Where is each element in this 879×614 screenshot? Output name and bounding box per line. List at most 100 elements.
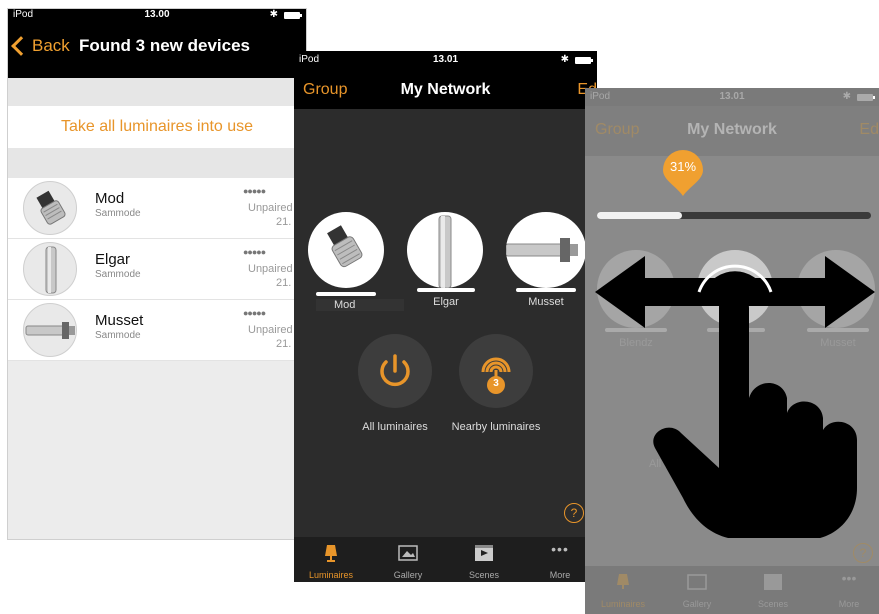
luminaire-label-mod: Mod bbox=[316, 299, 404, 311]
nav-bar: Group My Network Edit bbox=[585, 106, 879, 156]
more-icon: ••• bbox=[841, 570, 857, 586]
nearby-luminaires-label: Nearby luminaires bbox=[451, 421, 541, 433]
tab-scenes[interactable]: Scenes bbox=[743, 566, 803, 611]
device-status: Unpaired bbox=[248, 324, 293, 336]
nav-bar: Group My Network Edit bbox=[294, 69, 597, 109]
device-name: Musset bbox=[95, 312, 144, 329]
page-title: My Network bbox=[400, 81, 491, 98]
luminaire-label-musset: Musset bbox=[528, 296, 564, 308]
device-id: 21. bbox=[276, 338, 292, 350]
page-title: Found 3 new devices bbox=[79, 36, 250, 55]
device-id: 21. bbox=[276, 277, 292, 289]
tab-label: Scenes bbox=[757, 599, 789, 609]
dimmer-slider[interactable] bbox=[597, 212, 871, 219]
take-all-luminaires-button[interactable]: Take all luminaires into use bbox=[8, 106, 306, 149]
clock: 13.01 bbox=[719, 91, 745, 102]
device-row-mod[interactable]: Mod Sammode ●●●●● Unpaired 21. bbox=[8, 178, 306, 239]
mod-level-bar bbox=[316, 292, 376, 296]
section-gap bbox=[8, 148, 306, 178]
tab-more[interactable]: ••• More bbox=[530, 537, 590, 582]
chevron-left-icon bbox=[11, 36, 31, 56]
elgar-luminaire-image bbox=[438, 215, 452, 288]
battery-icon bbox=[575, 57, 593, 64]
gallery-icon bbox=[687, 574, 707, 590]
luminaire-label-elgar: Elgar bbox=[433, 296, 459, 308]
tab-label: Luminaires bbox=[600, 599, 646, 609]
back-label: Back bbox=[32, 36, 70, 55]
luminaire-musset[interactable] bbox=[506, 212, 586, 288]
device-list: Mod Sammode ●●●●● Unpaired 21. Elgar Sam… bbox=[8, 178, 306, 361]
device-row-elgar[interactable]: Elgar Sammode ●●●●● Unpaired 21. bbox=[8, 239, 306, 300]
help-button[interactable]: ? bbox=[853, 543, 873, 563]
phone-dimming-gesture: iPod 13.01 ✱ Group My Network Edit 31% B… bbox=[585, 88, 879, 614]
dimmer-value-label: 31% bbox=[669, 159, 697, 174]
tab-label: More bbox=[549, 570, 571, 580]
swipe-hand-icon bbox=[595, 256, 875, 538]
device-row-musset[interactable]: Musset Sammode ●●●●● Unpaired 21. bbox=[8, 300, 306, 361]
help-button[interactable]: ? bbox=[564, 503, 584, 523]
dimmer-slider-fill bbox=[597, 212, 682, 219]
battery-icon bbox=[284, 12, 302, 19]
more-icon: ••• bbox=[551, 541, 569, 557]
device-name: Mod bbox=[95, 190, 125, 207]
scenes-icon bbox=[764, 574, 782, 590]
section-gap bbox=[8, 78, 306, 106]
device-status: Unpaired bbox=[248, 263, 293, 275]
device-id: 21. bbox=[276, 216, 292, 228]
tab-label: Gallery bbox=[393, 570, 423, 580]
device-name: Elgar bbox=[95, 251, 131, 268]
signal-icon: ●●●●● bbox=[243, 308, 266, 318]
musset-luminaire-image bbox=[23, 303, 77, 357]
phone-my-network: iPod 13.01 ✱ Group My Network Edit Mod bbox=[294, 51, 597, 582]
bluetooth-icon: ✱ bbox=[842, 91, 851, 102]
device-maker: Sammode bbox=[95, 269, 141, 280]
nearby-signal-icon bbox=[481, 357, 511, 394]
tab-label: Gallery bbox=[682, 599, 712, 609]
bluetooth-icon: ✱ bbox=[560, 54, 569, 65]
battery-icon bbox=[857, 94, 875, 101]
luminaire-elgar[interactable] bbox=[407, 212, 483, 288]
tab-more[interactable]: ••• More bbox=[819, 566, 879, 611]
luminaire-mod[interactable] bbox=[308, 212, 384, 288]
status-bar: iPod 13.01 ✱ bbox=[294, 51, 597, 69]
all-luminaires-label: All luminaires bbox=[362, 421, 428, 433]
clock: 13.01 bbox=[432, 54, 459, 65]
power-icon bbox=[380, 354, 410, 387]
device-status: Unpaired bbox=[248, 202, 293, 214]
signal-icon: ●●●●● bbox=[243, 186, 266, 196]
tab-luminaires[interactable]: Luminaires bbox=[301, 537, 361, 582]
tab-label: Luminaires bbox=[308, 570, 354, 580]
musset-luminaire-image bbox=[506, 238, 578, 262]
scenes-icon bbox=[475, 545, 493, 561]
signal-icon: ●●●●● bbox=[243, 247, 266, 257]
musset-level-bar bbox=[516, 288, 576, 292]
gallery-icon bbox=[398, 545, 418, 561]
nearby-count-badge: 3 bbox=[493, 378, 499, 389]
tab-label: Scenes bbox=[468, 570, 500, 580]
tab-gallery[interactable]: Gallery bbox=[378, 537, 438, 582]
tab-scenes[interactable]: Scenes bbox=[454, 537, 514, 582]
device-maker: Sammode bbox=[95, 208, 141, 219]
tab-gallery[interactable]: Gallery bbox=[667, 566, 727, 611]
elgar-luminaire-image bbox=[23, 242, 77, 296]
device-maker: Sammode bbox=[95, 330, 141, 341]
bluetooth-icon: ✱ bbox=[269, 9, 278, 20]
elgar-level-bar bbox=[417, 288, 475, 292]
edit-button[interactable]: Edit bbox=[859, 121, 879, 139]
status-bar: iPod 13.01 ✱ bbox=[585, 88, 879, 106]
nearby-luminaires-button[interactable]: 3 bbox=[459, 334, 533, 408]
nav-bar: Back Found 3 new devices bbox=[8, 21, 306, 78]
all-luminaires-power-button[interactable] bbox=[358, 334, 432, 408]
tab-luminaires[interactable]: Luminaires bbox=[593, 566, 653, 611]
phone-found-devices: iPod 13.00 ✱ Back Found 3 new devices Ta… bbox=[7, 8, 307, 540]
tab-label: More bbox=[838, 599, 860, 609]
tab-bar: Luminaires Gallery Scenes ••• More bbox=[294, 537, 597, 582]
mod-luminaire-image bbox=[23, 181, 77, 235]
lamp-icon bbox=[325, 545, 337, 562]
mod-luminaire-image bbox=[327, 225, 363, 268]
clock: 13.00 bbox=[144, 9, 170, 20]
page-title: My Network bbox=[687, 121, 777, 138]
tab-bar: Luminaires Gallery Scenes ••• More bbox=[585, 566, 879, 614]
lamp-icon bbox=[617, 574, 629, 589]
status-bar: iPod 13.00 ✱ bbox=[8, 9, 306, 21]
